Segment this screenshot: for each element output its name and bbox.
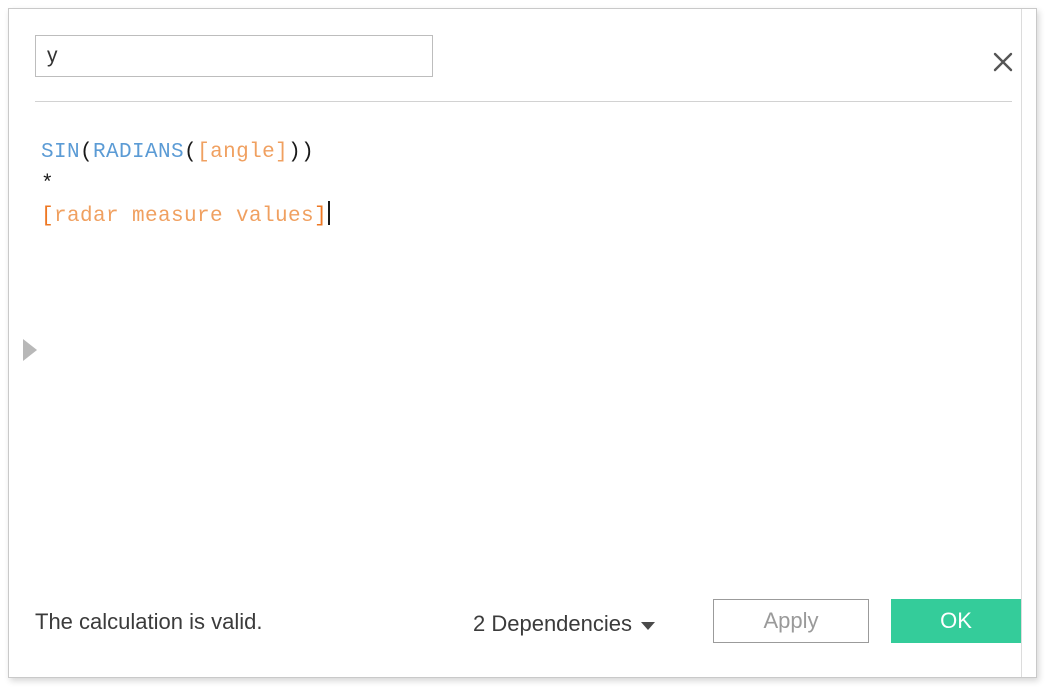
dependencies-dropdown[interactable]: 2 Dependencies [473, 611, 656, 637]
side-panel-rail [1021, 9, 1036, 677]
token-paren-close-2: ) [301, 141, 315, 164]
apply-button[interactable]: Apply [713, 599, 869, 643]
close-icon[interactable] [986, 45, 1020, 79]
dependencies-label: 2 Dependencies [473, 611, 633, 636]
ok-button[interactable]: OK [891, 599, 1021, 643]
formula-editor[interactable]: SIN(RADIANS([angle])) * [radar measure v… [35, 121, 1010, 569]
token-paren-open-1: ( [80, 141, 94, 164]
token-function-radians: RADIANS [93, 141, 185, 164]
header-divider [35, 101, 1012, 102]
dialog-footer: The calculation is valid. 2 Dependencies… [9, 581, 1036, 677]
text-caret [328, 201, 331, 225]
calculation-name-input[interactable] [35, 35, 433, 77]
chevron-down-icon [641, 622, 656, 630]
triangle-right-icon[interactable] [23, 339, 37, 361]
token-paren-close-1: ) [288, 141, 302, 164]
dialog-header [9, 9, 1036, 102]
validation-status: The calculation is valid. [35, 609, 263, 634]
formula-code: SIN(RADIANS([angle])) * [radar measure v… [35, 121, 1010, 233]
token-field-radar-measure-values: radar measure values [54, 205, 315, 228]
token-bracket-open: [ [41, 205, 55, 228]
token-operator-multiply: * [41, 173, 55, 196]
token-field-angle: [angle] [197, 141, 289, 164]
token-function-sin: SIN [41, 141, 81, 164]
token-bracket-close: ] [314, 205, 328, 228]
token-paren-open-2: ( [184, 141, 198, 164]
calculated-field-dialog: SIN(RADIANS([angle])) * [radar measure v… [8, 8, 1037, 678]
